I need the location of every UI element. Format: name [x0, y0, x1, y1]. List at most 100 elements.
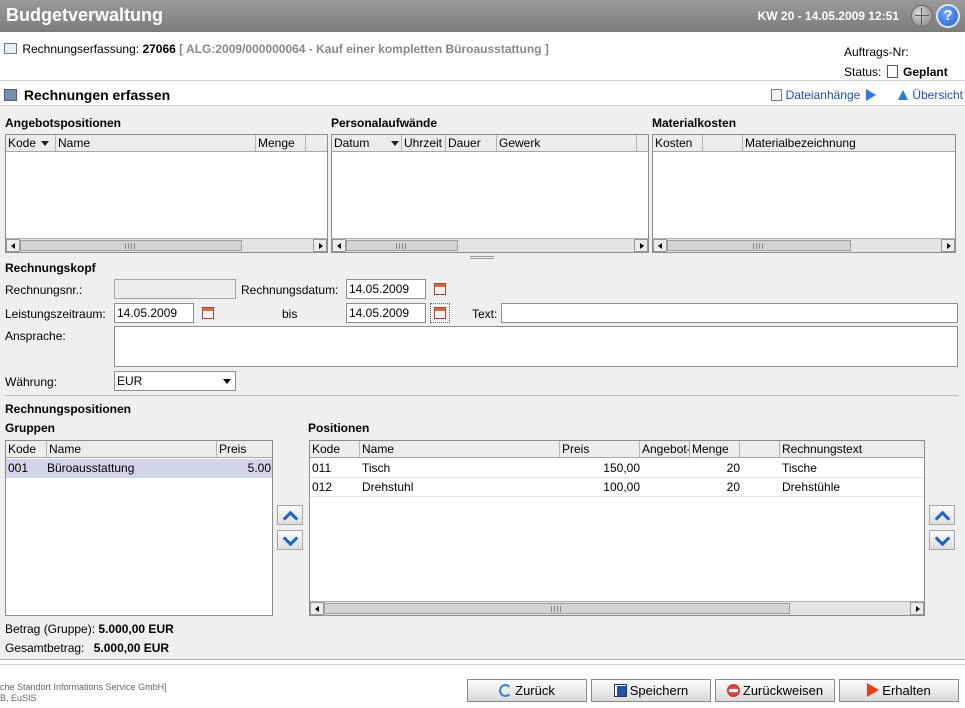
items-grid-header: Kode Name Preis Angebot- Menge Rechnungs…: [310, 441, 924, 458]
text-field[interactable]: [501, 303, 958, 323]
overview-link[interactable]: Übersicht: [912, 88, 963, 102]
scroll-left-button[interactable]: [6, 239, 20, 252]
offers-horizontal-scrollbar[interactable]: [6, 238, 327, 252]
cell-price: 150,00: [603, 461, 640, 475]
salutation-textarea[interactable]: [114, 326, 958, 367]
scroll-left-button[interactable]: [332, 239, 346, 252]
column-header-quantity[interactable]: Menge: [690, 441, 740, 457]
cell-invoice-text: Drehstühle: [782, 480, 841, 494]
reject-button[interactable]: Zurückweisen: [715, 679, 835, 702]
items-title: Positionen: [308, 421, 370, 435]
scroll-left-button[interactable]: [310, 602, 324, 615]
move-down-button[interactable]: [277, 530, 303, 550]
column-header-time[interactable]: Uhrzeit: [402, 135, 446, 151]
calendar-icon[interactable]: [430, 303, 450, 323]
title-bar: Budgetverwaltung KW 20 - 14.05.2009 12:5…: [0, 0, 965, 32]
status-value: Geplant: [903, 65, 948, 79]
move-down-button[interactable]: [929, 530, 955, 550]
cell-name: Drehstuhl: [362, 480, 414, 494]
column-header-code[interactable]: Kode: [310, 441, 360, 457]
service-period-to-field[interactable]: 14.05.2009: [346, 303, 426, 323]
help-icon[interactable]: ?: [936, 4, 960, 28]
column-header-cost[interactable]: Kosten: [653, 135, 703, 151]
scroll-right-button[interactable]: [313, 239, 327, 252]
column-header-date[interactable]: Datum: [332, 135, 402, 151]
scroll-right-button[interactable]: [634, 239, 648, 252]
column-header-name[interactable]: Name: [360, 441, 560, 457]
column-header-blank[interactable]: [740, 441, 780, 457]
column-header-blank[interactable]: [703, 135, 743, 151]
cell-name: Tisch: [362, 461, 391, 475]
column-header-price[interactable]: Preis: [560, 441, 640, 457]
currency-selected-value: EUR: [117, 374, 143, 388]
invoice-date-field[interactable]: 14.05.2009: [346, 279, 426, 299]
scroll-thumb[interactable]: [324, 603, 790, 614]
table-row[interactable]: 011 Tisch 150,00 20 Tische: [310, 459, 924, 478]
attachment-icon[interactable]: [770, 88, 782, 101]
items-grid[interactable]: Kode Name Preis Angebot- Menge Rechnungs…: [309, 440, 925, 616]
material-title: Materialkosten: [652, 116, 737, 130]
scroll-right-button[interactable]: [941, 239, 955, 252]
receive-button[interactable]: Erhalten: [839, 679, 959, 702]
column-header-trade[interactable]: Gewerk: [497, 135, 637, 151]
invoice-number-field[interactable]: [114, 279, 236, 299]
group-amount-label: Betrag (Gruppe):: [5, 622, 96, 636]
column-header-offer[interactable]: Angebot-: [640, 441, 690, 457]
group-amount-value: 5.000,00 EUR: [98, 622, 174, 636]
save-button[interactable]: Speichern: [591, 679, 711, 702]
calendar-icon[interactable]: [434, 283, 446, 295]
material-horizontal-scrollbar[interactable]: [653, 238, 955, 252]
app-title: Budgetverwaltung: [6, 5, 164, 25]
divider: [5, 395, 958, 396]
cell-code: 012: [312, 480, 333, 494]
scroll-thumb[interactable]: [346, 240, 458, 251]
material-grid[interactable]: Kosten Materialbezeichnung: [652, 134, 956, 253]
column-header-material-name[interactable]: Materialbezeichnung: [743, 135, 953, 151]
total-amount: Gesamtbetrag: 5.000,00 EUR: [5, 641, 169, 655]
move-up-button[interactable]: [277, 505, 303, 525]
groups-grid[interactable]: Kode Name Preis 001 Büroausstattung 5.00: [5, 440, 273, 616]
scroll-thumb[interactable]: [667, 240, 851, 251]
currency-select[interactable]: EUR: [114, 371, 236, 391]
column-header-code[interactable]: Kode: [6, 135, 56, 151]
column-header-name[interactable]: Name: [56, 135, 256, 151]
column-header-name[interactable]: Name: [47, 441, 217, 457]
service-period-from-field[interactable]: 14.05.2009: [114, 303, 194, 323]
table-row[interactable]: 001 Büroausstattung 5.00: [6, 459, 272, 478]
column-header-code[interactable]: Kode: [6, 441, 47, 457]
offers-grid[interactable]: Kode Name Menge: [5, 134, 328, 253]
calendar-icon[interactable]: [202, 307, 214, 319]
globe-icon[interactable]: [911, 5, 933, 27]
column-header-quantity[interactable]: Menge: [256, 135, 306, 151]
personnel-horizontal-scrollbar[interactable]: [332, 238, 648, 252]
scroll-left-button[interactable]: [653, 239, 667, 252]
arrow-right-icon[interactable]: [866, 88, 877, 101]
sort-down-icon[interactable]: [391, 141, 400, 146]
move-up-button[interactable]: [929, 505, 955, 525]
main-panel: Angebotspositionen Kode Name Menge Perso…: [0, 105, 965, 660]
back-button[interactable]: Zurück: [467, 679, 587, 702]
arrow-up-icon[interactable]: [898, 89, 909, 100]
panel-splitter-handle[interactable]: [470, 256, 494, 259]
column-header-duration[interactable]: Dauer: [446, 135, 497, 151]
sort-down-icon[interactable]: [41, 141, 50, 146]
status-line: Status: Geplant: [844, 62, 948, 82]
offers-grid-header: Kode Name Menge: [6, 135, 327, 152]
items-horizontal-scrollbar[interactable]: [310, 601, 924, 615]
chevron-down-icon[interactable]: [223, 379, 231, 384]
page-title-text: Rechnungen erfassen: [23, 87, 171, 103]
groups-title: Gruppen: [5, 421, 55, 435]
top-links: Dateianhänge Übersicht: [770, 87, 963, 102]
table-row[interactable]: 012 Drehstuhl 100,00 20 Drehstühle: [310, 478, 924, 497]
personnel-grid[interactable]: Datum Uhrzeit Dauer Gewerk: [331, 134, 649, 253]
scroll-thumb[interactable]: [20, 240, 242, 251]
cell-code: 011: [312, 461, 332, 475]
column-header-invoice-text[interactable]: Rechnungstext: [780, 441, 924, 457]
invoice-icon: [4, 89, 17, 101]
total-amount-label: Gesamtbetrag:: [5, 641, 85, 655]
cell-code: 001: [8, 461, 29, 475]
scroll-right-button[interactable]: [910, 602, 924, 615]
attachments-link[interactable]: Dateianhänge: [786, 88, 861, 102]
column-header-price[interactable]: Preis: [217, 441, 272, 457]
back-icon: [499, 684, 513, 697]
